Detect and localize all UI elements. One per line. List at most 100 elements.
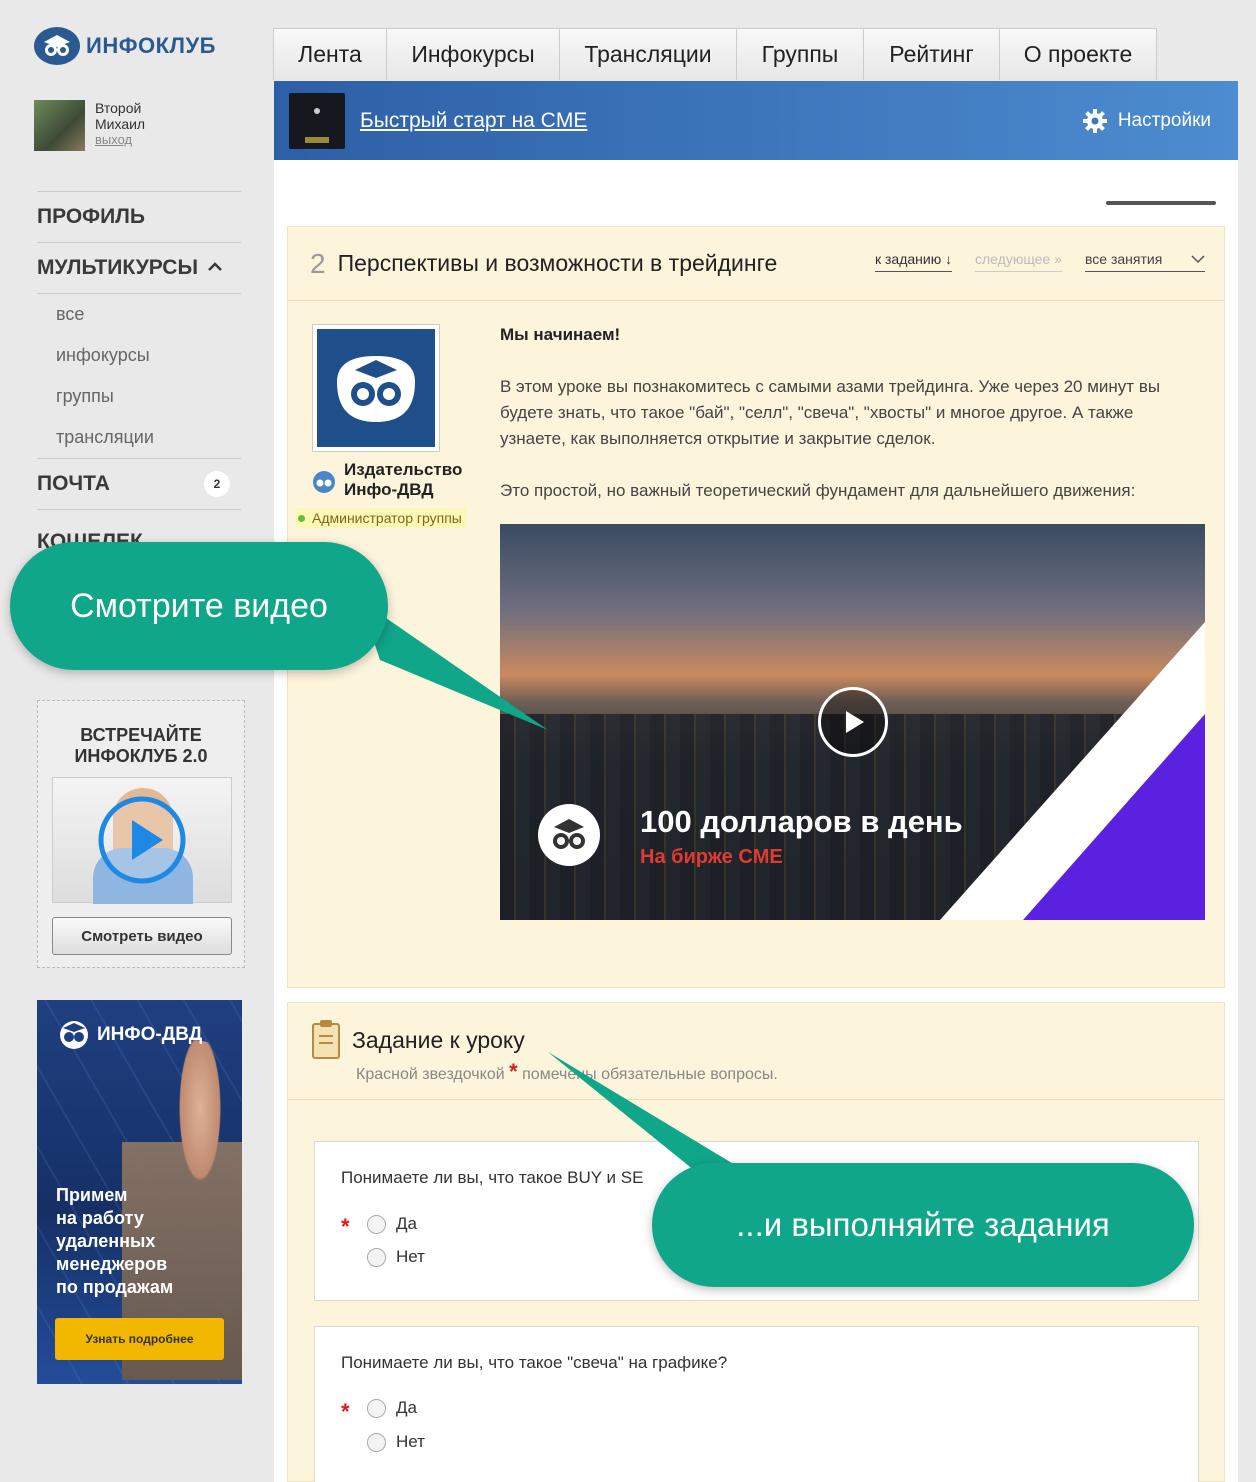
promo-text-line: на работу xyxy=(56,1208,144,1228)
owl-logo-icon xyxy=(538,804,600,866)
sidebar-item-label: МУЛЬТИКУРСЫ xyxy=(37,256,198,279)
lesson-number: 2 xyxy=(310,247,326,279)
sidebar-item-broadcasts[interactable]: трансляции xyxy=(37,417,241,458)
play-icon xyxy=(846,711,864,733)
tab-broadcasts[interactable]: Трансляции xyxy=(559,28,737,80)
next-lesson-link[interactable]: следующее » xyxy=(975,251,1062,272)
user-first-name: Второй xyxy=(95,100,142,116)
author-role-badge: Администратор группы xyxy=(296,508,466,528)
logout-link[interactable]: выход xyxy=(95,132,145,147)
watch-video-button[interactable]: Смотреть видео xyxy=(52,917,232,955)
sidebar-nav: ПРОФИЛЬ МУЛЬТИКУРСЫ все инфокурсы группы… xyxy=(37,191,241,554)
answer-option-yes[interactable]: Да xyxy=(367,1398,417,1418)
promo-video-thumbnail[interactable] xyxy=(52,777,232,904)
answer-option-no[interactable]: Нет xyxy=(367,1432,425,1452)
required-asterisk-icon: * xyxy=(341,1214,350,1239)
settings-label: Настройки xyxy=(1117,109,1211,131)
video-subtitle: На бирже CME xyxy=(640,846,783,868)
sidebar-item-groups[interactable]: группы xyxy=(37,376,241,417)
lesson-header: 2 Перспективы и возможности в трейдинге … xyxy=(288,227,1224,301)
horizontal-scrollbar[interactable] xyxy=(1106,201,1216,205)
settings-button[interactable]: Настройки xyxy=(1082,108,1211,134)
tab-feed[interactable]: Лента xyxy=(273,28,387,80)
owl-logo-icon xyxy=(34,27,80,65)
site-logo[interactable]: ИНФОКЛУБ xyxy=(34,27,216,65)
answer-label: Нет xyxy=(396,1432,425,1451)
gear-icon xyxy=(1082,108,1107,133)
task-title: Задание к уроку xyxy=(352,1027,525,1053)
author-logo[interactable] xyxy=(312,324,440,452)
play-icon[interactable] xyxy=(97,795,187,885)
answer-option-no[interactable]: Нет xyxy=(367,1247,425,1267)
lesson-paragraph: Это простой, но важный теоретический фун… xyxy=(500,481,1136,500)
sidebar-item-label: инфокурсы xyxy=(56,345,150,365)
to-task-link[interactable]: к заданию ↓ xyxy=(875,251,953,272)
task-note-text: Красной звездочкой xyxy=(356,1066,505,1083)
top-nav-tabs: Лента Инфокурсы Трансляции Группы Рейтин… xyxy=(273,28,1157,80)
author-name-line: Издательство xyxy=(344,460,463,479)
lesson-video-player[interactable]: 100 долларов в день На бирже CME xyxy=(500,524,1205,920)
promo-title-line: ВСТРЕЧАЙТЕ xyxy=(80,725,202,745)
owl-small-icon xyxy=(313,471,335,493)
course-thumbnail[interactable] xyxy=(289,92,345,149)
sidebar-item-label: трансляции xyxy=(56,427,154,447)
author-name[interactable]: Издательство Инфо-ДВД xyxy=(312,460,462,500)
radio-button[interactable] xyxy=(367,1247,386,1267)
promo-banner-jobs[interactable]: ИНФО-ДВД Примем на работу удаленных мене… xyxy=(37,1000,242,1384)
callout-watch-video: Смотрите видео xyxy=(10,542,388,670)
author-name-line: Инфо-ДВД xyxy=(344,480,434,499)
radio-button[interactable] xyxy=(367,1398,386,1418)
answer-option-yes[interactable]: Да xyxy=(367,1214,417,1234)
owl-logo-icon xyxy=(337,356,415,422)
logo-text: ИНФОКЛУБ xyxy=(86,33,216,58)
chevron-up-icon[interactable] xyxy=(207,262,223,272)
sidebar-item-label: ПРОФИЛЬ xyxy=(37,205,146,228)
promo-brand: ИНФО-ДВД xyxy=(57,1020,202,1050)
question-text: Понимаете ли вы, что такое "свеча" на гр… xyxy=(341,1353,728,1372)
tab-groups[interactable]: Группы xyxy=(736,28,864,80)
purple-stripe xyxy=(1023,714,1205,920)
question-card: Понимаете ли вы, что такое "свеча" на гр… xyxy=(314,1326,1199,1482)
task-note-text: помечены обязательные вопросы. xyxy=(522,1066,778,1083)
required-asterisk-icon: * xyxy=(509,1059,518,1084)
promo-brand-text: ИНФО-ДВД xyxy=(97,1024,203,1045)
task-header: Задание к уроку Красной звездочкой * пом… xyxy=(288,1003,1224,1100)
answer-label: Да xyxy=(396,1214,417,1233)
user-panel: Второй Михаил выход xyxy=(34,100,145,151)
promo-title-line: ИНФОКЛУБ 2.0 xyxy=(74,746,208,766)
required-asterisk-icon: * xyxy=(341,1399,350,1424)
learn-more-button[interactable]: Узнать подробнее xyxy=(55,1318,224,1360)
play-button[interactable] xyxy=(818,687,888,757)
sidebar-item-profile[interactable]: ПРОФИЛЬ xyxy=(37,192,241,242)
radio-button[interactable] xyxy=(367,1432,386,1452)
course-title-link[interactable]: Быстрый старт на CME xyxy=(360,109,587,133)
sidebar-item-all[interactable]: все xyxy=(37,294,241,335)
course-logo-icon xyxy=(305,107,329,143)
all-lessons-dropdown[interactable]: все занятия xyxy=(1085,251,1205,272)
sidebar-item-label: группы xyxy=(56,386,114,406)
sidebar-item-multicourses[interactable]: МУЛЬТИКУРСЫ xyxy=(37,243,241,293)
tab-about[interactable]: О проекте xyxy=(999,28,1157,80)
tab-rating[interactable]: Рейтинг xyxy=(863,28,1000,80)
sidebar-item-label: все xyxy=(56,304,85,324)
course-header: Быстрый старт на CME Настройки xyxy=(274,81,1238,160)
promo-text-line: по продажам xyxy=(56,1277,174,1297)
lesson-heading: Мы начинаем! xyxy=(500,325,621,344)
lesson-paragraph: В этом уроке вы познакомитесь с самыми а… xyxy=(500,377,1161,448)
task-note: Красной звездочкой * помечены обязательн… xyxy=(356,1059,778,1085)
owl-logo-icon xyxy=(60,1021,88,1049)
callout-do-tasks: ...и выполняйте задания xyxy=(652,1163,1194,1287)
answer-label: Да xyxy=(396,1398,417,1417)
avatar[interactable] xyxy=(34,100,85,151)
promo-title: ВСТРЕЧАЙТЕ ИНФОКЛУБ 2.0 xyxy=(38,725,244,767)
tab-infocourses[interactable]: Инфокурсы xyxy=(386,28,560,80)
sidebar-item-infocourses[interactable]: инфокурсы xyxy=(37,335,241,376)
question-text: Понимаете ли вы, что такое BUY и SE xyxy=(341,1168,644,1187)
lesson-title: Перспективы и возможности в трейдинге xyxy=(337,250,778,276)
sidebar-item-mail[interactable]: ПОЧТА 2 xyxy=(37,459,241,509)
clipboard-icon xyxy=(312,1020,340,1059)
lesson-text: Мы начинаем! В этом уроке вы познакомите… xyxy=(500,322,1200,504)
radio-button[interactable] xyxy=(367,1214,386,1234)
chevron-down-icon xyxy=(1191,255,1205,264)
sidebar-item-label: ПОЧТА xyxy=(37,472,110,495)
